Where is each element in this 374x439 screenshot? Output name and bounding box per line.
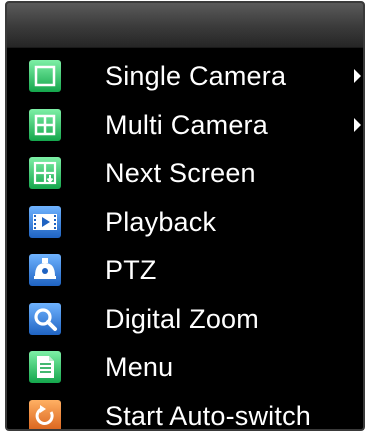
playback-icon <box>29 205 61 238</box>
context-menu: Single Camera Multi Camera Next Screen P… <box>5 1 365 431</box>
menu-item-label: Start Auto-switch <box>105 400 311 431</box>
ptz-icon <box>29 254 61 287</box>
menu-item-menu[interactable]: Menu <box>7 343 363 392</box>
menu-item-label: Digital Zoom <box>105 303 259 334</box>
menu-item-label: Multi Camera <box>105 109 268 140</box>
auto-switch-icon <box>29 399 61 429</box>
next-screen-icon <box>29 157 61 190</box>
menu-items: Single Camera Multi Camera Next Screen P… <box>7 52 363 431</box>
menu-item-label: Next Screen <box>105 158 256 189</box>
menu-item-label: PTZ <box>105 255 157 286</box>
menu-icon <box>29 351 61 384</box>
menu-item-label: Menu <box>105 352 174 383</box>
menu-item-playback[interactable]: Playback <box>7 198 363 247</box>
menu-item-ptz[interactable]: PTZ <box>7 246 363 295</box>
menu-header-bar <box>7 3 363 48</box>
submenu-arrow-icon <box>354 117 361 132</box>
menu-item-multi-camera[interactable]: Multi Camera <box>7 101 363 150</box>
digital-zoom-icon <box>29 302 61 335</box>
menu-item-label: Single Camera <box>105 61 287 92</box>
menu-item-next-screen[interactable]: Next Screen <box>7 149 363 198</box>
menu-item-start-auto-switch[interactable]: Start Auto-switch <box>7 392 363 431</box>
multi-camera-icon <box>29 108 61 141</box>
menu-item-digital-zoom[interactable]: Digital Zoom <box>7 295 363 344</box>
menu-item-label: Playback <box>105 206 217 237</box>
menu-item-single-camera[interactable]: Single Camera <box>7 52 363 101</box>
single-camera-icon <box>29 60 61 93</box>
submenu-arrow-icon <box>354 69 361 84</box>
